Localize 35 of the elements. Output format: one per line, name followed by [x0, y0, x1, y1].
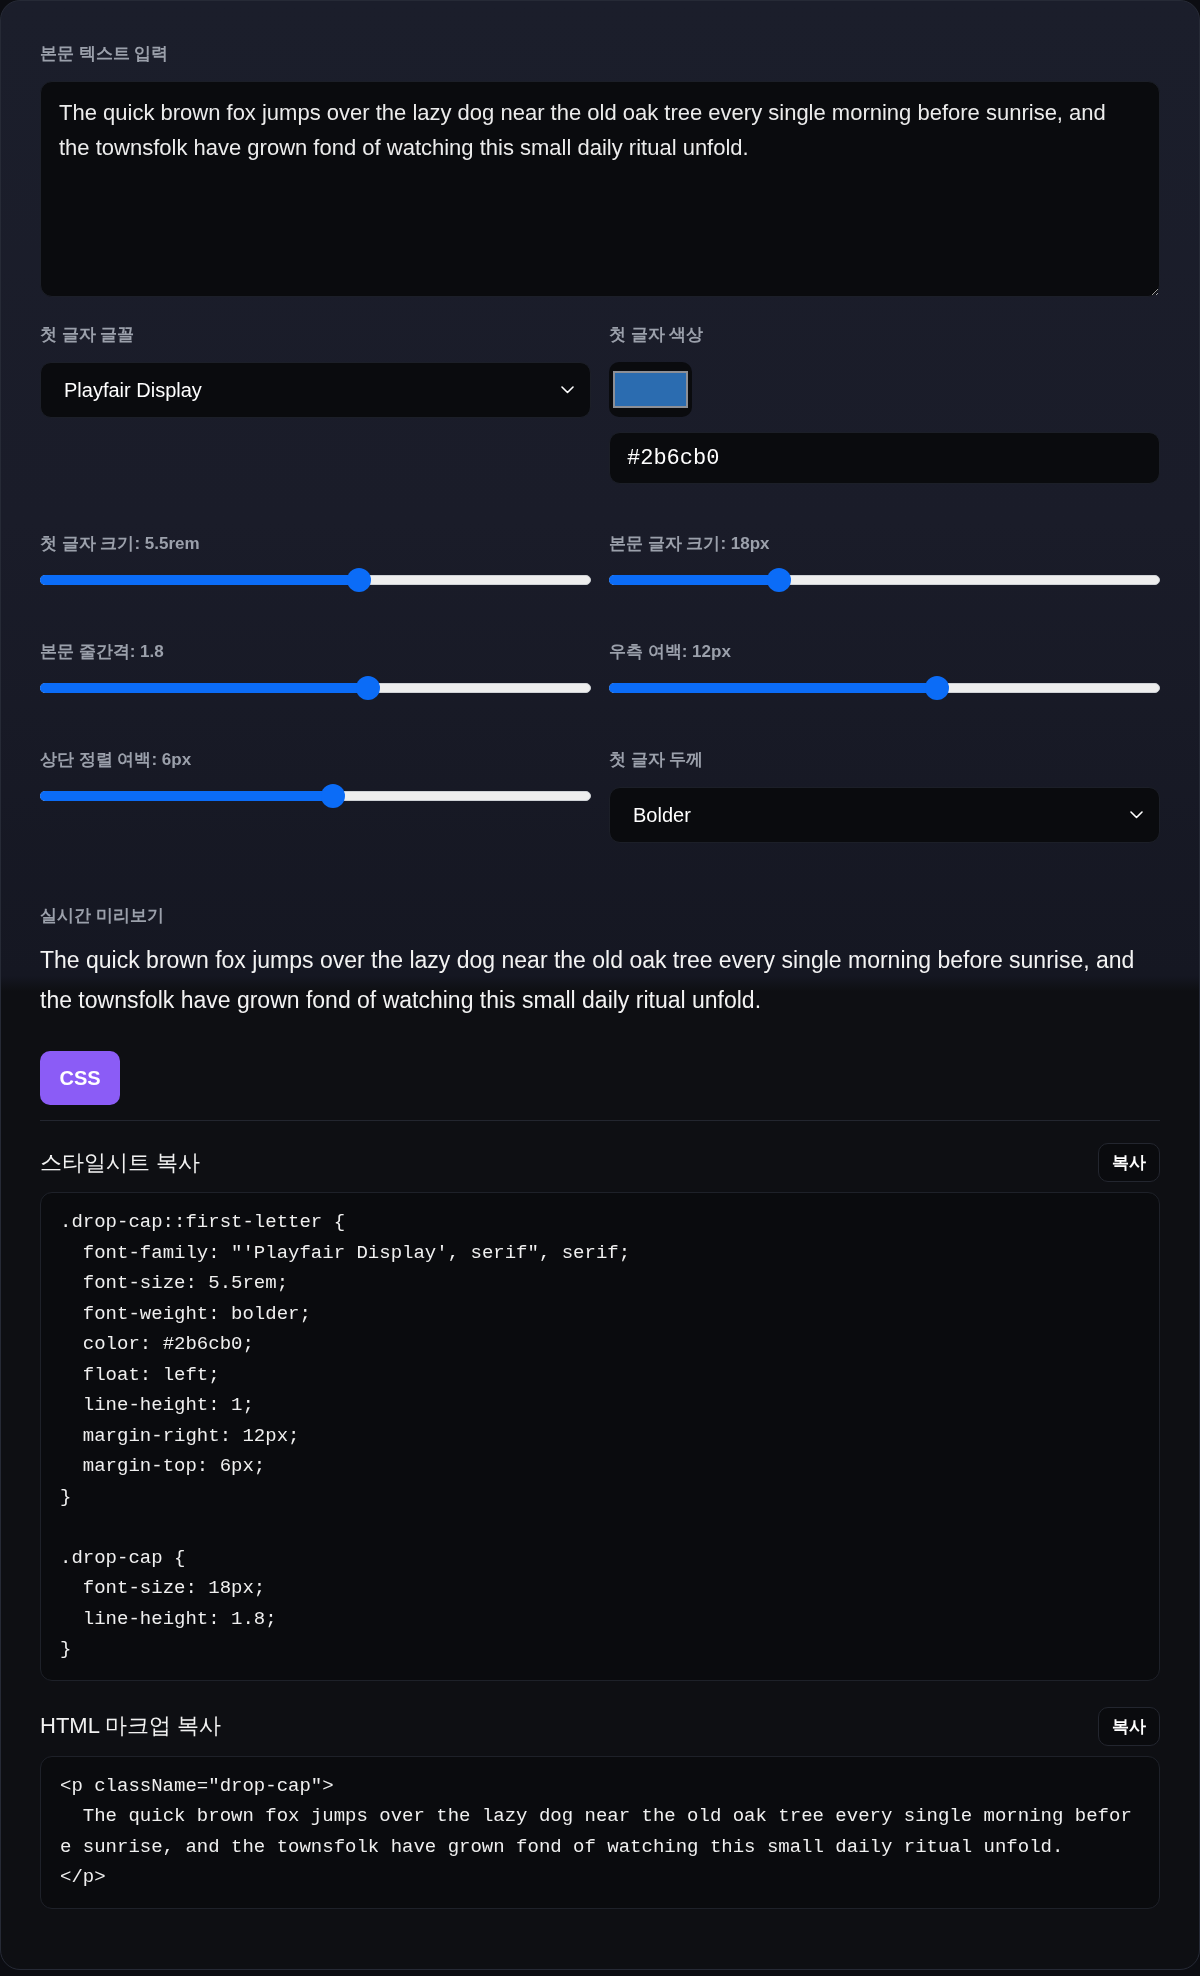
slider-thumb[interactable]	[925, 676, 950, 700]
section-label: 실시간 미리보기	[40, 905, 164, 927]
slider-thumb[interactable]	[347, 568, 372, 592]
preview-text: The quick brown fox jumps over the lazy dog near the old oak tree every single morning before sunrise, and the townsfolk have grown fond of watching this small daily ritual unfold.	[40, 946, 1136, 1015]
field-label: 첫 글자 색상	[609, 324, 704, 346]
hex-input[interactable]: #2b6cb0	[609, 432, 1160, 484]
field-label: 본문 글자 크기: 18px	[609, 533, 770, 555]
field-label: 첫 글자 크기: 5.5rem	[40, 533, 200, 555]
slider-track[interactable]	[609, 676, 1160, 700]
tab[interactable]: CSS	[40, 1051, 120, 1105]
slider-thumb[interactable]	[320, 784, 345, 808]
field-label: 상단 정렬 여백: 6px	[40, 749, 192, 771]
slider-track[interactable]	[40, 676, 591, 700]
section-title: HTML 마크업 복사	[40, 1712, 222, 1740]
chevron-down-icon	[561, 386, 574, 394]
slider-thumb[interactable]	[356, 676, 381, 700]
field-label: 본문 텍스트 입력	[40, 43, 169, 65]
copy-button[interactable]: 복사	[1098, 1706, 1160, 1746]
slider-track[interactable]	[40, 784, 591, 808]
chevron-down-icon	[1130, 811, 1143, 819]
field-label: 본문 줄간격: 1.8	[40, 641, 164, 663]
slider-track[interactable]	[609, 568, 1160, 592]
slider-track[interactable]	[40, 568, 591, 592]
slider-thumb[interactable]	[767, 568, 792, 592]
section-title: 스타일시트 복사	[40, 1148, 201, 1177]
code-text: <p className="drop-cap"> The quick brown fox jumps over the lazy dog near the old oak tree every single morning before sunrise, and the townsfolk have grown fond of watching this small daily ritual unfold. </p>	[60, 1773, 1133, 1890]
field-label: 첫 글자 글꼴	[40, 324, 135, 346]
field-label: 첫 글자 두께	[609, 749, 704, 771]
code-text: .drop-cap::first-letter { font-family: "'Playfair Display', serif", serif; font-size: 5.5rem; font-weight: bolder; color: #2b6cb0; float: left; line-height: 1; margin-right: 12px; margin-top: 6px; } .drop-cap { font-size: 18px; line-height: 1.8; }	[60, 1210, 632, 1662]
field-label: 우측 여백: 12px	[609, 641, 731, 663]
color-picker[interactable]	[609, 362, 692, 417]
text-input[interactable]: The quick brown fox jumps over the lazy dog near the old oak tree every single morning before sunrise, and the townsfolk have grown fond of watching this small daily ritual unfold.	[40, 81, 1160, 297]
dropdown-select[interactable]: Bolder	[609, 787, 1160, 843]
dropdown-select[interactable]: Playfair Display	[40, 362, 591, 418]
copy-button[interactable]: 복사	[1098, 1143, 1160, 1182]
